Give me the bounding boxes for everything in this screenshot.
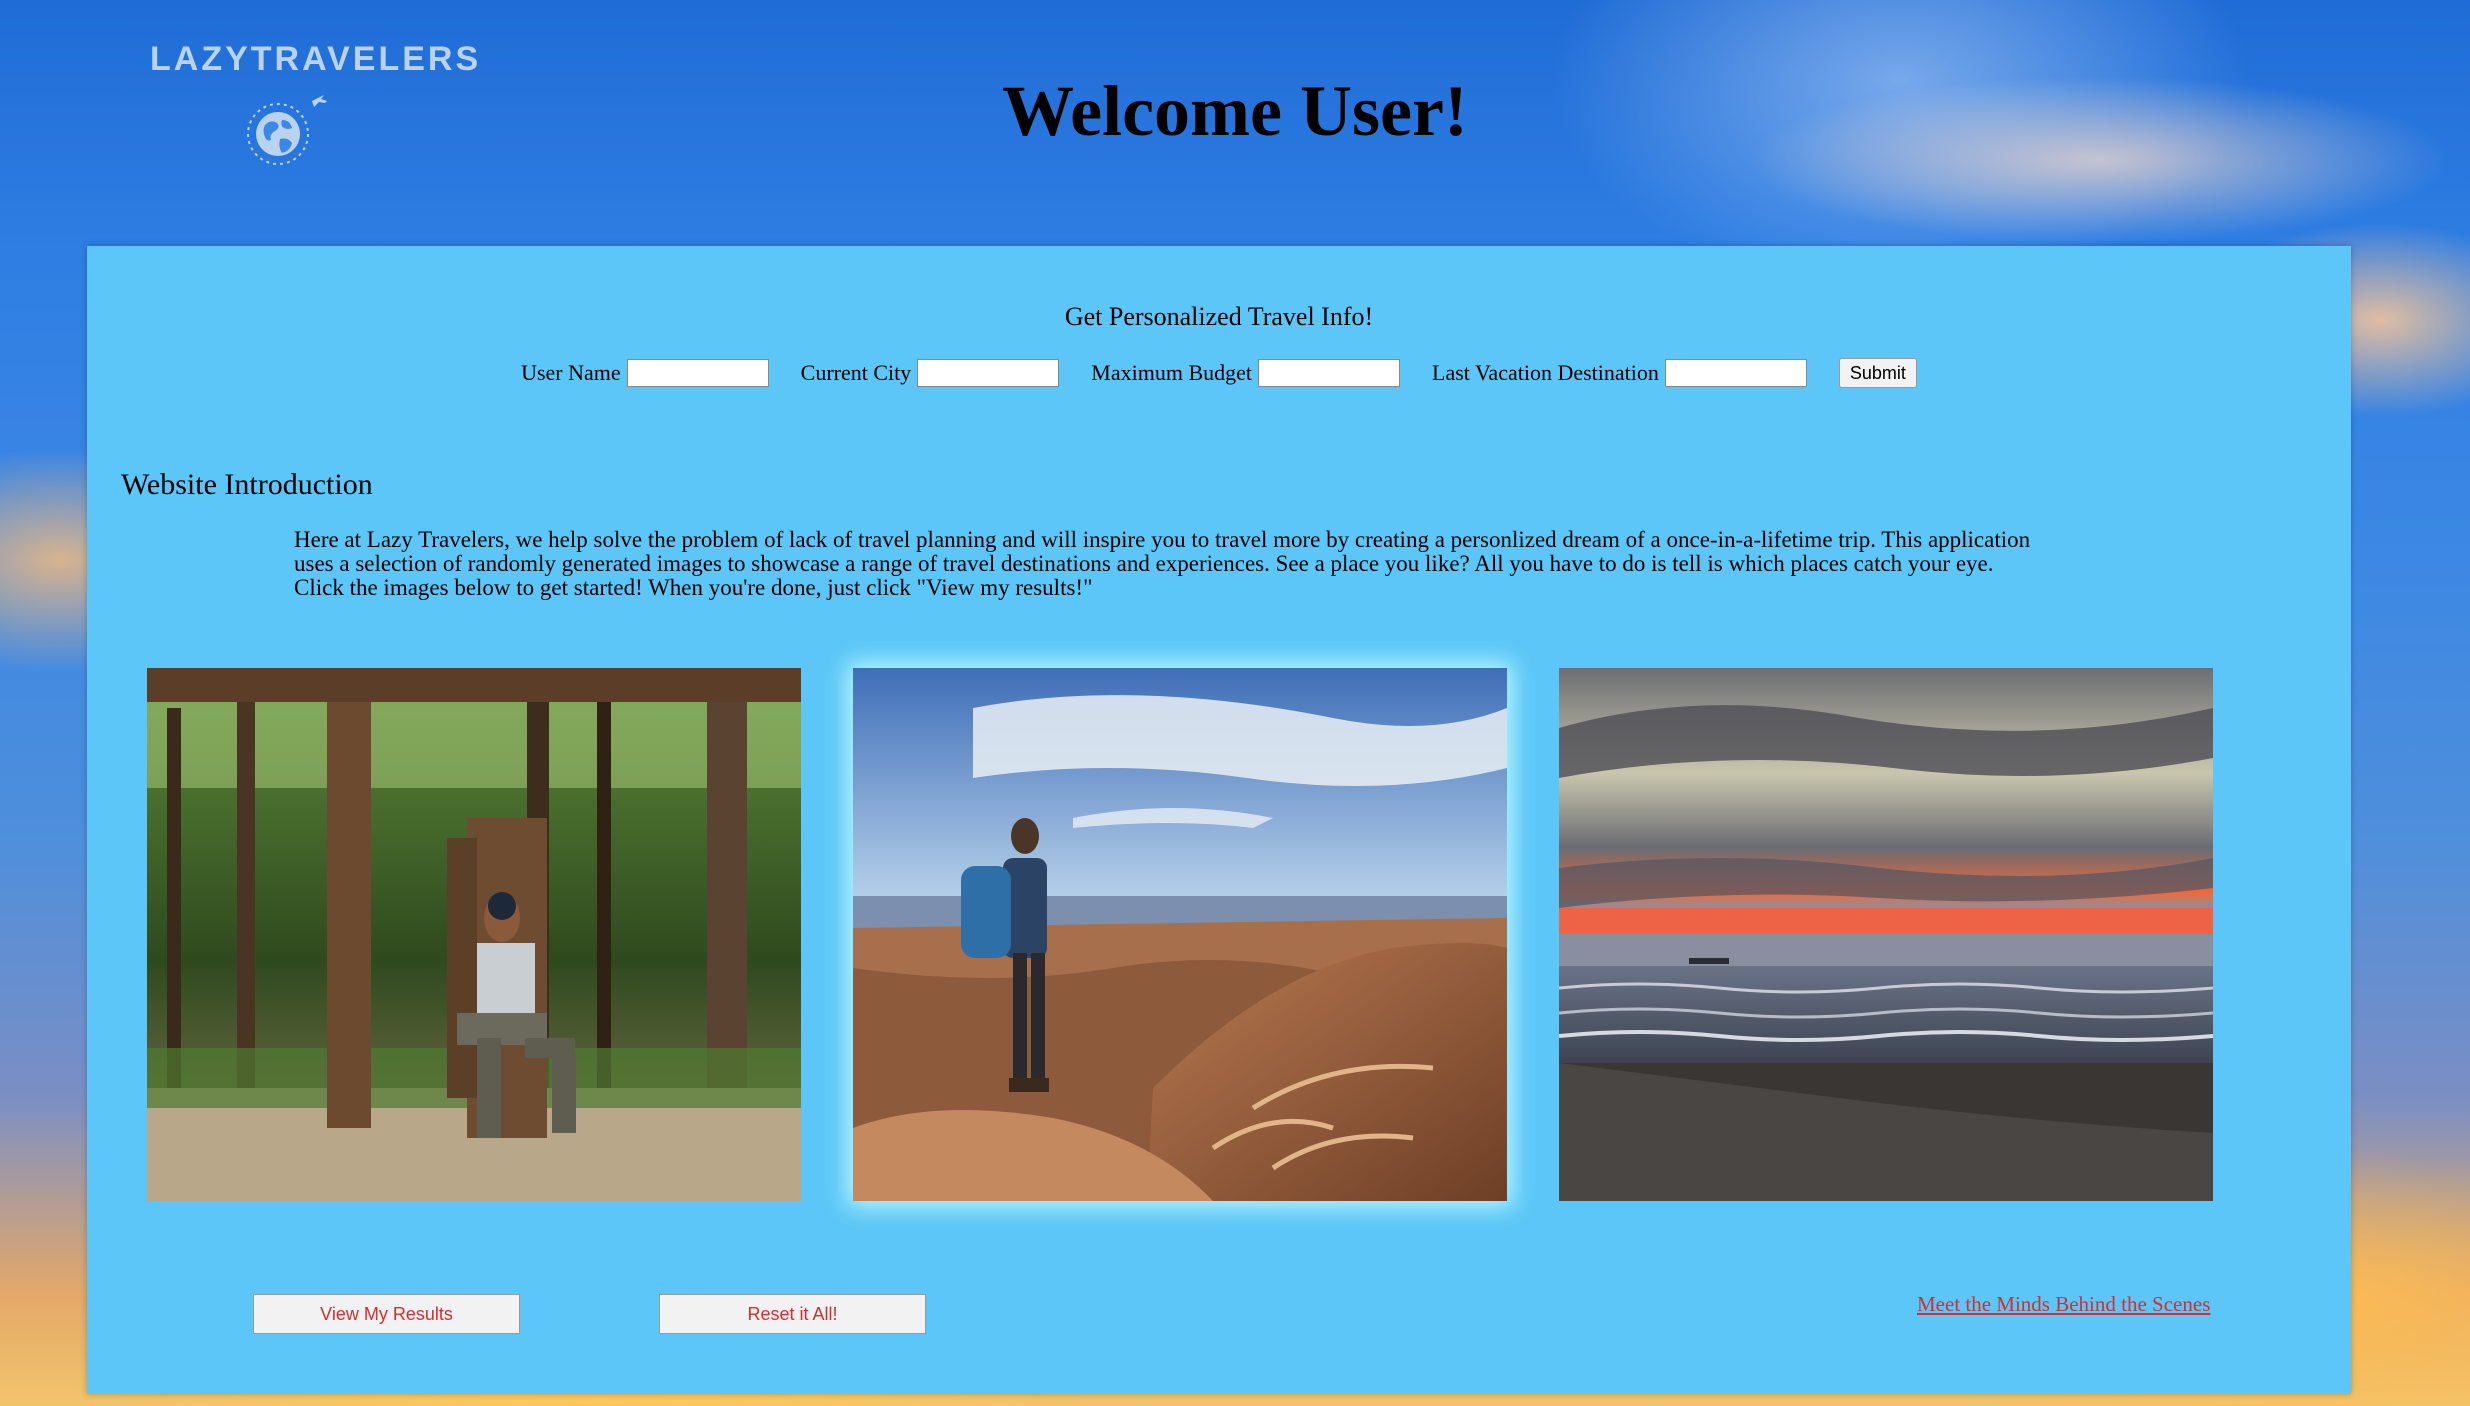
last-vacation-label: Last Vacation Destination bbox=[1432, 360, 1659, 385]
intro-heading: Website Introduction bbox=[121, 468, 373, 501]
destination-image-forest[interactable] bbox=[147, 668, 801, 1201]
current-city-field: Current City bbox=[801, 359, 1060, 387]
last-vacation-field: Last Vacation Destination bbox=[1432, 359, 1807, 387]
meet-the-team-link[interactable]: Meet the Minds Behind the Scenes bbox=[1917, 1292, 2210, 1317]
intro-text: Here at Lazy Travelers, we help solve th… bbox=[294, 527, 2031, 600]
maximum-budget-field: Maximum Budget bbox=[1091, 359, 1400, 387]
user-name-input[interactable] bbox=[626, 359, 769, 387]
main-panel: Get Personalized Travel Info! User Name … bbox=[87, 246, 2351, 1394]
page-title: Welcome User! bbox=[1002, 71, 1468, 151]
user-name-label: User Name bbox=[521, 360, 621, 385]
maximum-budget-label: Maximum Budget bbox=[1091, 360, 1252, 385]
travel-info-form: User Name Current City Maximum Budget La… bbox=[87, 358, 2351, 388]
reset-button[interactable]: Reset it All! bbox=[659, 1294, 926, 1334]
user-name-field: User Name bbox=[521, 359, 769, 387]
form-heading: Get Personalized Travel Info! bbox=[1064, 302, 1374, 331]
submit-button[interactable]: Submit bbox=[1838, 358, 1917, 388]
current-city-input[interactable] bbox=[917, 359, 1060, 387]
maximum-budget-input[interactable] bbox=[1258, 359, 1400, 387]
view-results-button[interactable]: View My Results bbox=[253, 1294, 520, 1334]
forest-photo bbox=[147, 668, 801, 1201]
current-city-label: Current City bbox=[800, 360, 912, 385]
last-vacation-input[interactable] bbox=[1664, 359, 1807, 387]
sunset-photo bbox=[1559, 668, 2213, 1201]
destination-image-canyon[interactable] bbox=[853, 668, 1507, 1201]
destination-image-beach-sunset[interactable] bbox=[1559, 668, 2213, 1201]
canyon-photo bbox=[853, 668, 1507, 1201]
